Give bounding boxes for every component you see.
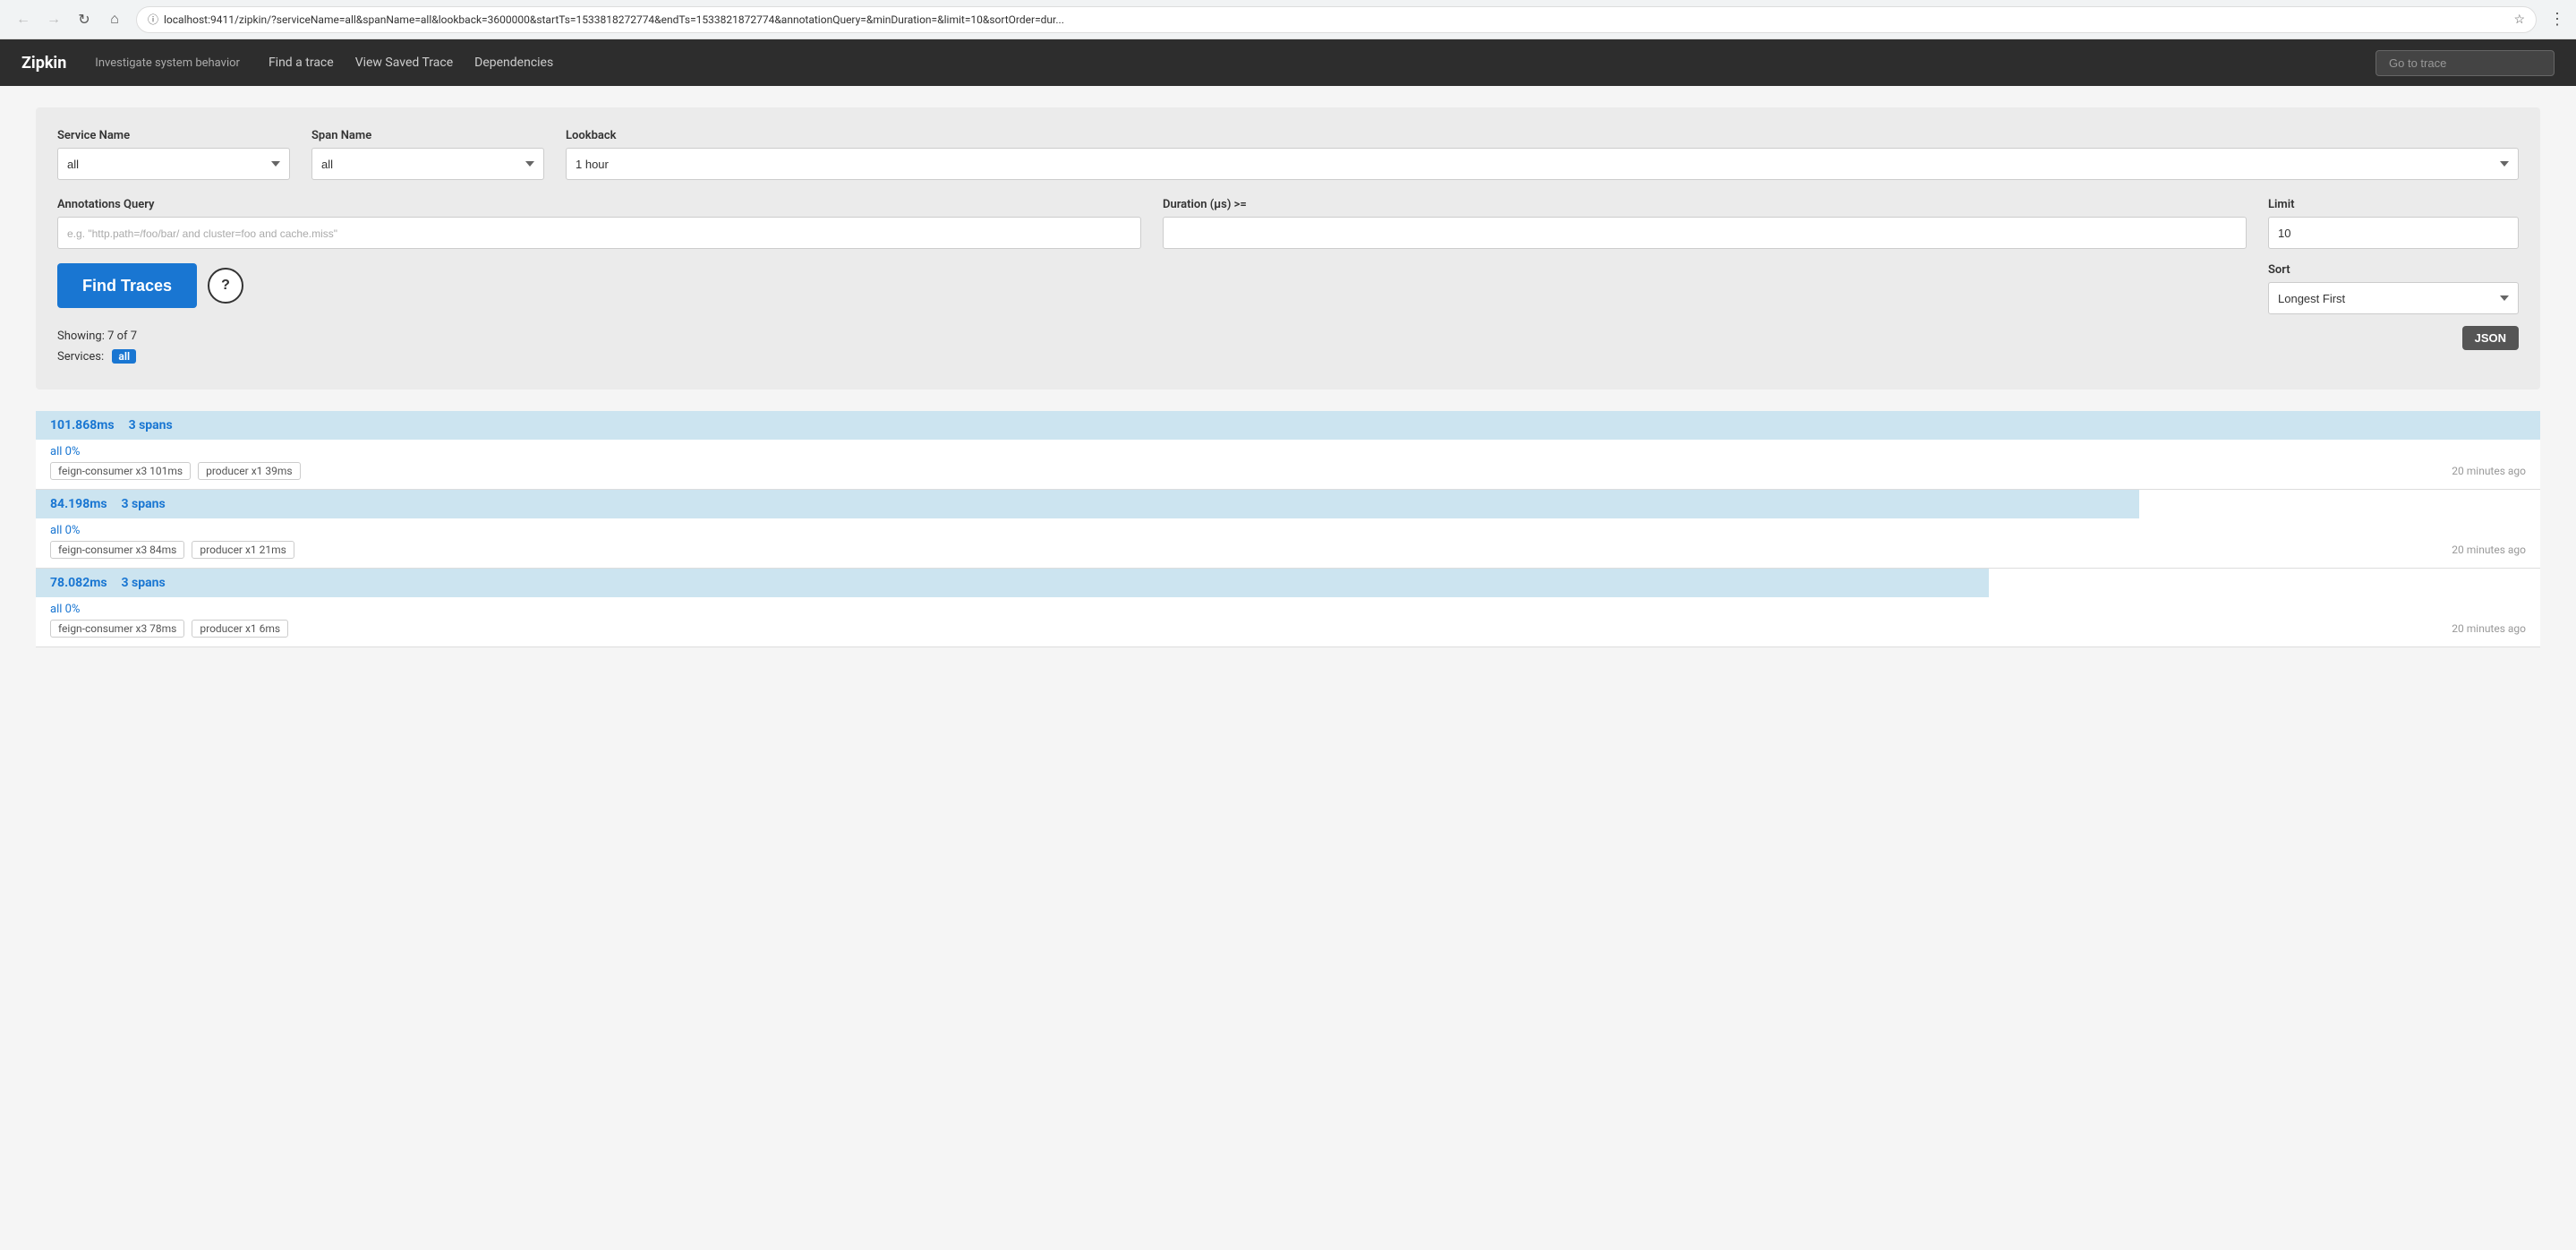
trace-tags: feign-consumer x3 84ms producer x1 21ms [50,541,294,559]
trace-duration-bar [36,411,2540,440]
trace-service: all 0% [50,603,2526,616]
limit-group: Limit [2268,198,2519,249]
trace-timestamp: 20 minutes ago [2452,622,2526,635]
search-panel: Service Name all Span Name all Lookback … [36,107,2540,390]
trace-tags-row: feign-consumer x3 84ms producer x1 21ms … [50,541,2526,559]
lock-icon: ⓘ [148,12,158,27]
trace-spans: 3 spans [122,497,166,511]
sort-label: Sort [2268,263,2519,277]
navbar-links: Find a trace View Saved Trace Dependenci… [269,52,2347,73]
main-content: Service Name all Span Name all Lookback … [0,86,2576,1250]
trace-list: 101.868ms 3 spans all 0% feign-consumer … [36,411,2540,647]
trace-duration: 101.868ms [50,418,115,432]
services-badge: all [112,349,136,364]
showing-text: Showing: 7 of 7 [57,326,137,347]
trace-service: all 0% [50,445,2526,458]
lookback-group: Lookback 1 hour 2 hours 6 hours 12 hours… [566,129,2519,180]
duration-label: Duration (μs) >= [1163,198,2247,211]
results-stats: Showing: 7 of 7 Services: all [57,326,137,368]
service-name-group: Service Name all [57,129,290,180]
nav-dependencies[interactable]: Dependencies [474,52,553,73]
find-traces-button[interactable]: Find Traces [57,263,197,308]
trace-spans: 3 spans [129,418,173,432]
service-name-select[interactable]: all [57,148,290,180]
trace-tag: feign-consumer x3 78ms [50,620,184,638]
trace-top-bar: 78.082ms 3 spans [36,569,2540,597]
browser-menu-button[interactable]: ⋮ [2549,10,2565,29]
url-text: localhost:9411/zipkin/?serviceName=all&s… [164,13,2508,26]
results-info: Showing: 7 of 7 Services: all JSON [57,326,2519,368]
forward-button[interactable]: → [41,7,66,32]
trace-bottom: all 0% feign-consumer x3 84ms producer x… [36,518,2540,568]
trace-top-content: 101.868ms 3 spans [50,418,173,432]
reload-button[interactable]: ↻ [72,7,97,32]
lookback-label: Lookback [566,129,2519,142]
nav-find-trace[interactable]: Find a trace [269,52,334,73]
trace-tag: producer x1 39ms [198,462,300,480]
address-bar[interactable]: ⓘ localhost:9411/zipkin/?serviceName=all… [136,6,2537,33]
trace-bottom: all 0% feign-consumer x3 78ms producer x… [36,597,2540,646]
nav-view-saved-trace[interactable]: View Saved Trace [355,52,453,73]
trace-item[interactable]: 84.198ms 3 spans all 0% feign-consumer x… [36,490,2540,569]
home-button[interactable]: ⌂ [102,7,127,32]
limit-input[interactable] [2268,217,2519,249]
trace-tag: feign-consumer x3 101ms [50,462,191,480]
trace-tag: producer x1 21ms [192,541,294,559]
brand-tagline: Investigate system behavior [95,56,240,70]
trace-duration-bar [36,490,2139,518]
services-text: Services: all [57,347,137,367]
trace-tags-row: feign-consumer x3 101ms producer x1 39ms… [50,462,2526,480]
brand-logo: Zipkin [21,54,66,73]
trace-service: all 0% [50,524,2526,537]
json-button[interactable]: JSON [2462,326,2519,350]
duration-input[interactable] [1163,217,2247,249]
span-name-group: Span Name all [311,129,544,180]
help-button[interactable]: ? [208,268,243,304]
trace-spans: 3 spans [122,576,166,590]
duration-group: Duration (μs) >= [1163,198,2247,249]
trace-tags-row: feign-consumer x3 78ms producer x1 6ms 2… [50,620,2526,638]
trace-tags: feign-consumer x3 101ms producer x1 39ms [50,462,301,480]
trace-item[interactable]: 78.082ms 3 spans all 0% feign-consumer x… [36,569,2540,647]
lookback-select[interactable]: 1 hour 2 hours 6 hours 12 hours 1 day [566,148,2519,180]
trace-duration: 84.198ms [50,497,107,511]
trace-tag: feign-consumer x3 84ms [50,541,184,559]
bookmark-button[interactable]: ☆ [2513,12,2525,27]
trace-tags: feign-consumer x3 78ms producer x1 6ms [50,620,288,638]
trace-timestamp: 20 minutes ago [2452,544,2526,556]
trace-item[interactable]: 101.868ms 3 spans all 0% feign-consumer … [36,411,2540,490]
span-name-label: Span Name [311,129,544,142]
trace-top-content: 78.082ms 3 spans [50,576,166,590]
trace-top-bar: 101.868ms 3 spans [36,411,2540,440]
sort-select[interactable]: Longest First Shortest First Newest Firs… [2268,282,2519,314]
navbar: Zipkin Investigate system behavior Find … [0,39,2576,86]
trace-top-bar: 84.198ms 3 spans [36,490,2540,518]
browser-chrome: ← → ↻ ⌂ ⓘ localhost:9411/zipkin/?service… [0,0,2576,39]
annotations-label: Annotations Query [57,198,1141,211]
sort-group: Sort Longest First Shortest First Newest… [2268,263,2519,314]
nav-buttons: ← → ↻ ⌂ [11,7,127,32]
trace-bottom: all 0% feign-consumer x3 101ms producer … [36,440,2540,489]
go-to-trace-input[interactable] [2376,50,2555,76]
annotations-group: Annotations Query [57,198,1141,249]
trace-duration: 78.082ms [50,576,107,590]
annotations-input[interactable] [57,217,1141,249]
trace-duration-bar [36,569,1989,597]
trace-timestamp: 20 minutes ago [2452,465,2526,477]
limit-label: Limit [2268,198,2519,211]
find-row: Find Traces ? [57,263,243,308]
service-name-label: Service Name [57,129,290,142]
trace-tag: producer x1 6ms [192,620,288,638]
form-row-2: Annotations Query Duration (μs) >= Limit [57,198,2519,249]
trace-top-content: 84.198ms 3 spans [50,497,166,511]
back-button[interactable]: ← [11,7,36,32]
span-name-select[interactable]: all [311,148,544,180]
form-row-1: Service Name all Span Name all Lookback … [57,129,2519,180]
